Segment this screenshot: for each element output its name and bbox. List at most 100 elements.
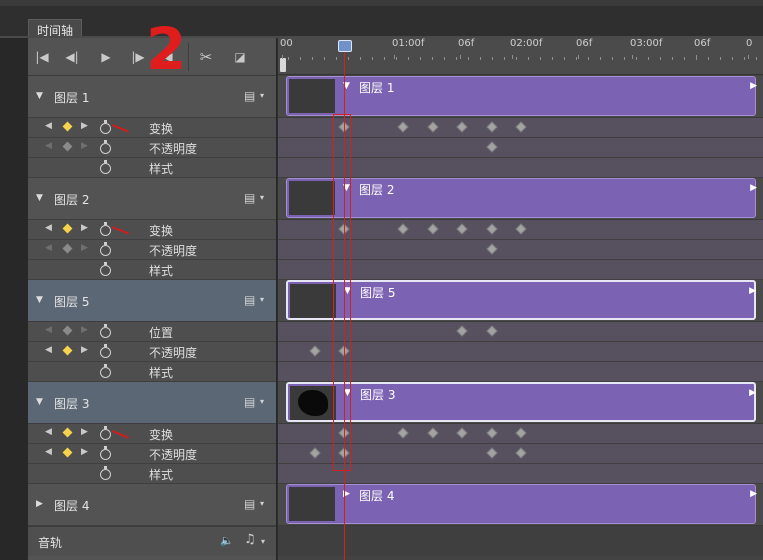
audio-lane[interactable] [278,526,763,556]
stopwatch-icon[interactable] [98,160,112,174]
prev-keyframe-icon[interactable]: ◀ [45,325,52,335]
keyframe[interactable] [426,121,439,133]
stopwatch-icon[interactable] [98,344,112,358]
collapse-arrow-icon[interactable]: ▼ [36,193,43,203]
keyframe[interactable] [397,427,409,439]
next-keyframe-icon[interactable]: ▶ [81,223,88,233]
clip-end-icon[interactable]: ▶ [750,489,757,499]
filmstrip-icon[interactable]: ▤ [244,395,255,409]
stopwatch-icon[interactable] [98,262,112,276]
next-frame-icon[interactable]: |▶ [128,47,148,67]
dropdown-arrow-icon[interactable]: ▾ [261,537,265,546]
keyframe[interactable] [308,345,321,357]
clip-end-icon[interactable]: ▶ [750,183,757,193]
add-keyframe-icon[interactable] [62,223,73,234]
keyframe[interactable] [485,243,498,255]
play-icon[interactable]: ▶ [96,47,116,67]
layer-row[interactable]: ▼ 图层 1 ▤ ▾ [28,76,276,118]
layer-clip[interactable]: ▼ 图层 5 ▶ [286,280,756,320]
keyframe[interactable] [485,447,498,459]
add-keyframe-icon[interactable] [62,345,73,356]
next-keyframe-icon[interactable]: ▶ [81,427,88,437]
keyframe[interactable] [426,223,439,235]
stopwatch-icon[interactable] [98,466,112,480]
keyframe[interactable] [308,447,321,459]
prev-keyframe-icon[interactable]: ◀ [45,121,52,131]
next-keyframe-icon[interactable]: ▶ [81,345,88,355]
collapse-arrow-icon[interactable]: ▼ [36,295,43,305]
next-keyframe-icon[interactable]: ▶ [81,121,88,131]
keyframe[interactable] [485,121,498,133]
stopwatch-icon[interactable] [98,364,112,378]
keyframe[interactable] [485,325,498,337]
music-note-icon[interactable]: ♫ [244,532,256,547]
dropdown-arrow-icon[interactable]: ▾ [260,91,264,100]
next-keyframe-icon[interactable]: ▶ [81,141,88,151]
clip-end-icon[interactable]: ▶ [749,388,756,398]
dropdown-arrow-icon[interactable]: ▾ [260,193,264,202]
layer-row[interactable]: ▶ 图层 4 ▤ ▾ [28,484,276,526]
prev-keyframe-icon[interactable]: ◀ [45,427,52,437]
next-keyframe-icon[interactable]: ▶ [81,325,88,335]
layer-clip[interactable]: ▼ 图层 3 ▶ [286,382,756,422]
dropdown-arrow-icon[interactable]: ▾ [260,397,264,406]
keyframe[interactable] [485,223,498,235]
keyframe[interactable] [515,121,527,133]
add-keyframe-icon[interactable] [62,325,73,336]
keyframe[interactable] [456,223,468,235]
dropdown-arrow-icon[interactable]: ▾ [260,295,264,304]
keyframe[interactable] [397,223,409,235]
prev-keyframe-icon[interactable]: ◀ [45,243,52,253]
speaker-icon[interactable]: 🔈 [220,534,234,547]
keyframe[interactable] [515,427,527,439]
layer-clip[interactable]: ▶ 图层 4 ▶ [286,484,757,524]
expand-arrow-icon[interactable]: ▶ [36,499,43,509]
layer-clip[interactable]: ▼ 图层 2 ▶ [286,178,757,218]
stopwatch-icon[interactable] [98,324,112,338]
keyframe[interactable] [426,427,439,439]
add-keyframe-icon[interactable] [62,447,73,458]
work-area-start-handle[interactable] [280,58,286,72]
prev-keyframe-icon[interactable]: ◀ [45,141,52,151]
go-to-first-frame-icon[interactable]: |◀ [32,47,52,67]
collapse-arrow-icon[interactable]: ▼ [36,91,43,101]
keyframe[interactable] [456,121,468,133]
time-ruler[interactable]: 00 01:00f 06f 02:00f 06f 03:00f 06f 0 [278,38,763,75]
next-keyframe-icon[interactable]: ▶ [81,243,88,253]
keyframe[interactable] [485,427,498,439]
layer-row[interactable]: ▼ 图层 3 ▤ ▾ [28,382,276,424]
next-keyframe-icon[interactable]: ▶ [81,447,88,457]
split-clip-icon[interactable]: ✂ [196,47,216,67]
stopwatch-icon[interactable] [98,120,112,134]
filmstrip-icon[interactable]: ▤ [244,293,255,307]
layer-row[interactable]: ▼ 图层 5 ▤ ▾ [28,280,276,322]
prev-keyframe-icon[interactable]: ◀ [45,345,52,355]
add-keyframe-icon[interactable] [62,141,73,152]
prev-keyframe-icon[interactable]: ◀ [45,223,52,233]
previous-frame-icon[interactable]: ◀| [62,47,82,67]
keyframe[interactable] [456,325,468,337]
keyframe[interactable] [485,141,498,153]
stopwatch-icon[interactable] [98,242,112,256]
keyframe[interactable] [397,121,409,133]
stopwatch-icon[interactable] [98,222,112,236]
stopwatch-icon[interactable] [98,426,112,440]
stopwatch-icon[interactable] [98,446,112,460]
clip-end-icon[interactable]: ▶ [750,81,757,91]
layer-row[interactable]: ▼ 图层 2 ▤ ▾ [28,178,276,220]
prev-keyframe-icon[interactable]: ◀ [45,447,52,457]
playhead-handle[interactable] [338,40,352,52]
collapse-arrow-icon[interactable]: ▼ [36,397,43,407]
clip-end-icon[interactable]: ▶ [749,286,756,296]
add-keyframe-icon[interactable] [62,121,73,132]
add-keyframe-icon[interactable] [62,427,73,438]
filmstrip-icon[interactable]: ▤ [244,497,255,511]
keyframe[interactable] [515,447,527,459]
keyframe[interactable] [456,427,468,439]
stopwatch-icon[interactable] [98,140,112,154]
keyframe[interactable] [515,223,527,235]
filmstrip-icon[interactable]: ▤ [244,89,255,103]
layer-clip[interactable]: ▼ 图层 1 ▶ [286,76,757,116]
filmstrip-icon[interactable]: ▤ [244,191,255,205]
dropdown-arrow-icon[interactable]: ▾ [260,499,264,508]
